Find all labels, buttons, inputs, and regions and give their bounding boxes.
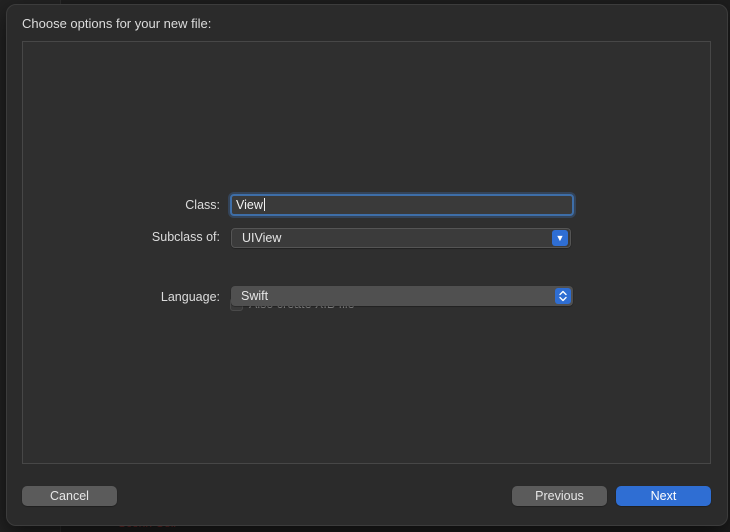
- sheet-title: Choose options for your new file:: [22, 16, 212, 31]
- class-name-field[interactable]: View: [230, 194, 574, 216]
- subclass-label: Subclass of:: [151, 230, 220, 244]
- options-panel: Class: View Subclass of: UIView ▼ Also c…: [22, 41, 711, 464]
- chevron-down-icon[interactable]: ▼: [552, 230, 568, 246]
- new-file-options-sheet: Choose options for your new file: Class:…: [6, 4, 728, 526]
- language-label: Language:: [160, 290, 220, 304]
- next-button[interactable]: Next: [616, 486, 711, 506]
- subclass-combo-box[interactable]: UIView ▼: [231, 228, 571, 248]
- cancel-button[interactable]: Cancel: [22, 486, 117, 506]
- subclass-value: UIView: [242, 231, 282, 245]
- class-name-value: View: [236, 198, 263, 212]
- class-label: Class:: [185, 198, 220, 212]
- up-down-chevrons-icon: [555, 288, 571, 304]
- text-caret: [263, 198, 265, 211]
- language-value: Swift: [241, 289, 269, 303]
- language-popup[interactable]: Swift: [231, 286, 573, 306]
- previous-button[interactable]: Previous: [512, 486, 607, 506]
